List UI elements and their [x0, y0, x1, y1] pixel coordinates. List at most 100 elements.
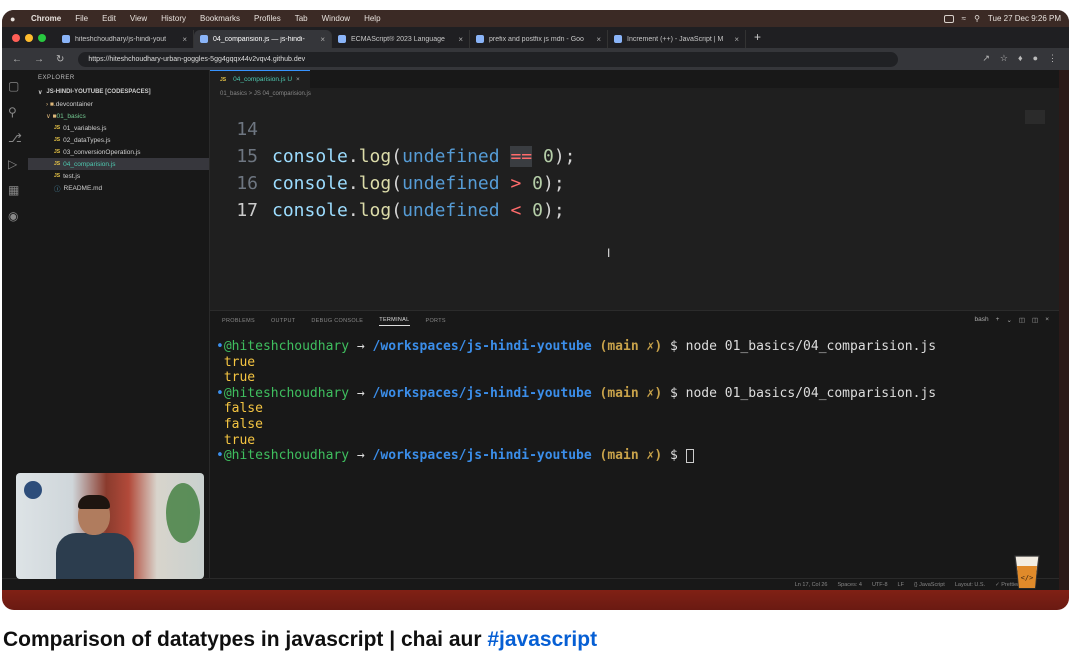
close-tab-icon[interactable]: ×: [734, 35, 739, 44]
maximize-window-button[interactable]: [38, 34, 46, 42]
menu-item-chrome[interactable]: Chrome: [31, 14, 61, 23]
browser-tab[interactable]: Increment (++) - JavaScript | M ×: [608, 30, 746, 48]
search-icon[interactable]: ⚲: [974, 14, 980, 23]
files-icon[interactable]: ▢: [8, 79, 22, 93]
clock[interactable]: Tue 27 Dec 9:26 PM: [988, 14, 1061, 23]
workspace-root[interactable]: ∨ JS-HINDI-YOUTUBE [CODESPACES]: [28, 86, 209, 98]
video-player[interactable]: ● Chrome File Edit View History Bookmarks Prof…: [2, 10, 1069, 610]
explorer-item[interactable]: › ■ .devcontainer: [28, 98, 209, 110]
prompt-git: ): [654, 339, 663, 354]
explorer-item[interactable]: JS 04_comparision.js: [28, 158, 209, 170]
status-item[interactable]: {} JavaScript: [914, 582, 945, 588]
terminal-shell-label[interactable]: bash: [975, 316, 989, 324]
close-icon[interactable]: ×: [296, 76, 300, 83]
code-line[interactable]: 17 console. log(undefined < 0);: [210, 197, 576, 224]
browser-tab-label: 04_comparision.js — js-hindi-: [213, 35, 305, 43]
source-control-icon[interactable]: ⎇: [8, 131, 22, 145]
menu-item-view[interactable]: View: [130, 14, 147, 23]
apple-icon[interactable]: ●: [10, 14, 24, 24]
status-item[interactable]: LF: [898, 582, 904, 588]
browser-tab-label: prefix and postfix js mdn - Goo: [489, 35, 584, 43]
search-icon[interactable]: ⚲: [8, 105, 22, 119]
menu-item-window[interactable]: Window: [322, 14, 350, 23]
prompt-symbol: $: [662, 339, 686, 354]
menu-item-profiles[interactable]: Profiles: [254, 14, 281, 23]
close-tab-icon[interactable]: ×: [182, 35, 187, 44]
explorer-item[interactable]: ⓘ README.md: [28, 182, 209, 194]
menu-item-help[interactable]: Help: [364, 14, 380, 23]
status-item[interactable]: Spaces: 4: [837, 582, 861, 588]
browser-tab[interactable]: 04_comparision.js — js-hindi- ×: [194, 30, 332, 48]
bookmark-star-icon[interactable]: ☆: [1000, 53, 1008, 64]
folder-icon: › ■: [46, 100, 54, 108]
mac-menu-bar: ● Chrome File Edit View History Bookmarks Prof…: [2, 10, 1069, 27]
minimap[interactable]: [1025, 110, 1045, 124]
back-icon[interactable]: ←: [12, 54, 22, 65]
close-tab-icon[interactable]: ×: [458, 35, 463, 44]
extensions-icon[interactable]: ▦: [8, 183, 22, 197]
prompt-dot: •: [216, 385, 224, 401]
terminal-prompt-line: •@hiteshchoudhary → /workspaces/js-hindi…: [216, 386, 936, 402]
explorer-item-label: README.md: [63, 184, 103, 192]
close-tab-icon[interactable]: ×: [320, 35, 325, 44]
browser-tab-label: ECMAScript® 2023 Language: [351, 35, 445, 43]
code-keyword: undefined: [402, 200, 500, 221]
panel-tab-ports[interactable]: PORTS: [426, 318, 446, 324]
video-title[interactable]: Comparison of datatypes in javascript | …: [3, 628, 597, 652]
more-menu-icon[interactable]: ⋮: [1048, 53, 1057, 64]
chevron-down-icon[interactable]: ⌄: [1006, 316, 1011, 324]
new-tab-button[interactable]: +: [754, 30, 761, 44]
menu-item-tab[interactable]: Tab: [295, 14, 308, 23]
browser-tab[interactable]: hiteshchoudhary/js-hindi-yout ×: [56, 30, 194, 48]
forward-icon[interactable]: →: [34, 54, 44, 65]
minimize-window-button[interactable]: [25, 34, 33, 42]
panel-tab-terminal[interactable]: TERMINAL: [379, 317, 410, 326]
extensions-icon[interactable]: ♦: [1018, 53, 1023, 64]
panel-tab-problems[interactable]: PROBLEMS: [222, 318, 255, 324]
menu-item-history[interactable]: History: [161, 14, 186, 23]
close-window-button[interactable]: [12, 34, 20, 42]
explorer-item[interactable]: JS 02_dataTypes.js: [28, 134, 209, 146]
panel-tab-output[interactable]: OUTPUT: [271, 318, 295, 324]
split-terminal-icon[interactable]: ◫: [1019, 316, 1025, 324]
code-line[interactable]: 14: [210, 116, 576, 143]
github-icon[interactable]: ◉: [8, 209, 22, 223]
menu-item-file[interactable]: File: [75, 14, 88, 23]
explorer-item[interactable]: JS test.js: [28, 170, 209, 182]
editor-tab[interactable]: JS 04_comparision.js U ×: [210, 70, 310, 88]
run-debug-icon[interactable]: ▷: [8, 157, 22, 171]
address-bar-row: ← → ↻ https://hiteshchoudhary-urban-gogg…: [2, 48, 1069, 70]
browser-tab[interactable]: ECMAScript® 2023 Language ×: [332, 30, 470, 48]
menu-item-bookmarks[interactable]: Bookmarks: [200, 14, 240, 23]
explorer-item[interactable]: ∨ ■ 01_basics: [28, 110, 209, 122]
terminal-output-line: true: [216, 355, 936, 371]
browser-tab-strip: hiteshchoudhary/js-hindi-yout × 04_compari…: [2, 27, 1069, 48]
close-icon[interactable]: ×: [1045, 316, 1049, 324]
trash-icon[interactable]: ◫: [1032, 316, 1038, 324]
scrollbar[interactable]: [1059, 70, 1069, 590]
profile-icon[interactable]: ●: [1033, 53, 1038, 64]
share-icon[interactable]: ↗: [982, 53, 990, 64]
status-item[interactable]: UTF-8: [872, 582, 888, 588]
terminal[interactable]: •@hiteshchoudhary → /workspaces/js-hindi…: [216, 339, 936, 464]
add-terminal-icon[interactable]: +: [996, 316, 1000, 324]
url-field[interactable]: https://hiteshchoudhary-urban-goggles-5g…: [78, 51, 899, 67]
panel-tab-debug-console[interactable]: DEBUG CONSOLE: [311, 318, 363, 324]
breadcrumb[interactable]: 01_basics > JS 04_comparision.js: [210, 88, 1059, 100]
hashtag-link[interactable]: #javascript: [487, 628, 597, 651]
wifi-icon[interactable]: ≈: [962, 14, 966, 23]
status-item[interactable]: Ln 17, Col 26: [795, 582, 828, 588]
menu-item-edit[interactable]: Edit: [102, 14, 116, 23]
code-line[interactable]: 16 console. log(undefined > 0);: [210, 170, 576, 197]
screen-record-icon[interactable]: [943, 14, 954, 23]
terminal-output-line: true: [216, 433, 936, 449]
reload-icon[interactable]: ↻: [56, 54, 64, 65]
status-item[interactable]: Layout: U.S.: [955, 582, 985, 588]
close-tab-icon[interactable]: ×: [596, 35, 601, 44]
editor-tab-label: 04_comparision.js U: [233, 76, 293, 83]
explorer-item[interactable]: JS 01_variables.js: [28, 122, 209, 134]
browser-tab[interactable]: prefix and postfix js mdn - Goo ×: [470, 30, 608, 48]
explorer-item[interactable]: JS 03_conversionOperation.js: [28, 146, 209, 158]
code-area[interactable]: 14 15 console. log(undefined == 0); 16 consol…: [210, 116, 576, 224]
code-line[interactable]: 15 console. log(undefined == 0);: [210, 143, 576, 170]
